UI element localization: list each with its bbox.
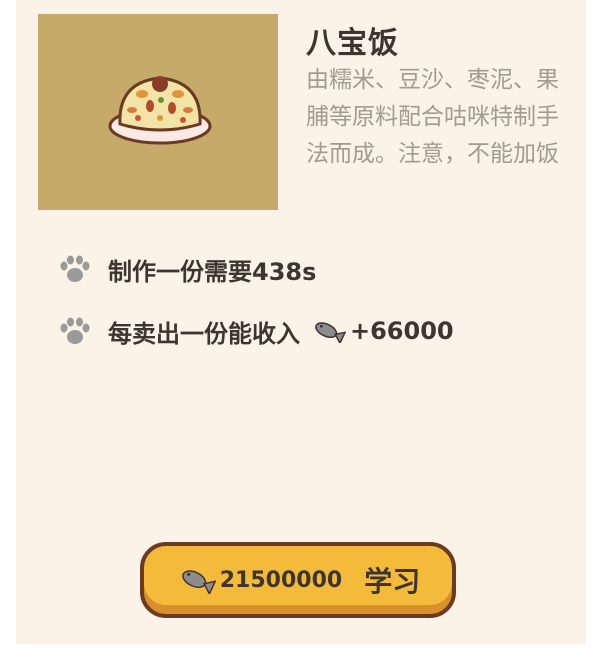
income-label: 每卖出一份能收入: [108, 319, 300, 348]
fish-icon: [315, 322, 346, 343]
learn-button[interactable]: 21500000 学习: [140, 542, 456, 618]
recipe-card: 八宝饭 由糯米、豆沙、枣泥、果脯等原料配合咕咪特制手法而成。注意，不能加饭 制作…: [16, 0, 586, 644]
paw-icon: [60, 255, 90, 282]
recipe-title: 八宝饭: [306, 26, 399, 61]
learn-price: 21500000: [219, 567, 343, 593]
make-time-row: 制作一份需要438s: [58, 251, 316, 287]
food-image: [38, 14, 278, 210]
income-value: +66000: [350, 317, 454, 345]
recipe-description: 由糯米、豆沙、枣泥、果脯等原料配合咕咪特制手法而成。注意，不能加饭: [306, 67, 559, 167]
eight-treasure-rice-icon: [108, 76, 212, 145]
fish-icon: [181, 570, 216, 594]
income-row: 每卖出一份能收入 +66000: [58, 313, 454, 349]
learn-label: 学习: [364, 565, 421, 598]
paw-icon: [60, 317, 90, 344]
make-time-text: 制作一份需要438s: [108, 257, 317, 286]
